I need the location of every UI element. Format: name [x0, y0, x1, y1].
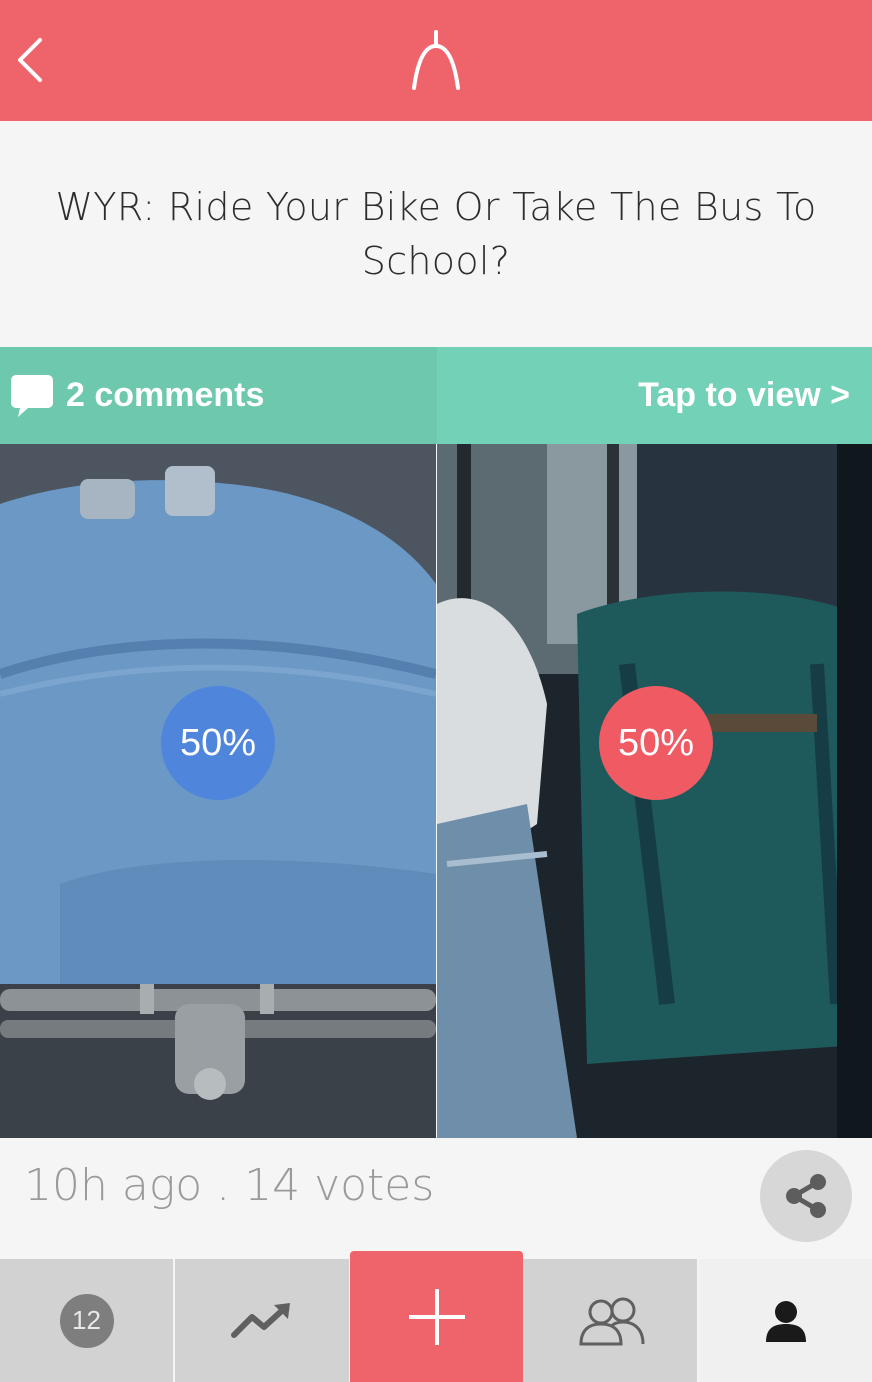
share-icon — [786, 1174, 826, 1218]
bottom-nav: 12 — [0, 1251, 872, 1382]
comment-bubble-icon — [11, 374, 53, 417]
question-card: WYR: Ride Your Bike Or Take The Bus To S… — [0, 121, 872, 347]
tab-profile[interactable] — [699, 1259, 872, 1382]
vote-percent-bus: 50% — [599, 686, 713, 800]
back-button[interactable] — [10, 30, 54, 90]
comments-bar[interactable]: 2 comments Tap to view > — [0, 347, 872, 444]
tap-to-view-link[interactable]: Tap to view > — [638, 347, 850, 444]
friends-icon — [579, 1297, 645, 1345]
profile-icon — [765, 1300, 806, 1342]
post-time-votes: 10h ago . 14 votes — [24, 1160, 435, 1211]
comments-count-button[interactable]: 2 comments — [10, 347, 264, 444]
tab-notifications[interactable]: 12 — [0, 1259, 173, 1382]
comments-count: 2 comments — [66, 376, 265, 414]
trending-up-icon — [231, 1302, 290, 1338]
plus-icon — [408, 1288, 465, 1345]
question-title: WYR: Ride Your Bike Or Take The Bus To S… — [55, 185, 817, 283]
chevron-left-icon — [18, 38, 42, 82]
tab-friends[interactable] — [525, 1259, 697, 1382]
wishbone-logo-icon — [412, 30, 460, 90]
tab-create[interactable] — [350, 1251, 523, 1382]
share-button[interactable] — [760, 1150, 852, 1242]
vote-percent-bike: 50% — [161, 686, 275, 800]
top-bar — [0, 0, 872, 121]
notifications-badge: 12 — [59, 1293, 114, 1348]
tab-trending[interactable] — [175, 1259, 349, 1382]
post-meta: 10h ago . 14 votes — [0, 1138, 872, 1259]
